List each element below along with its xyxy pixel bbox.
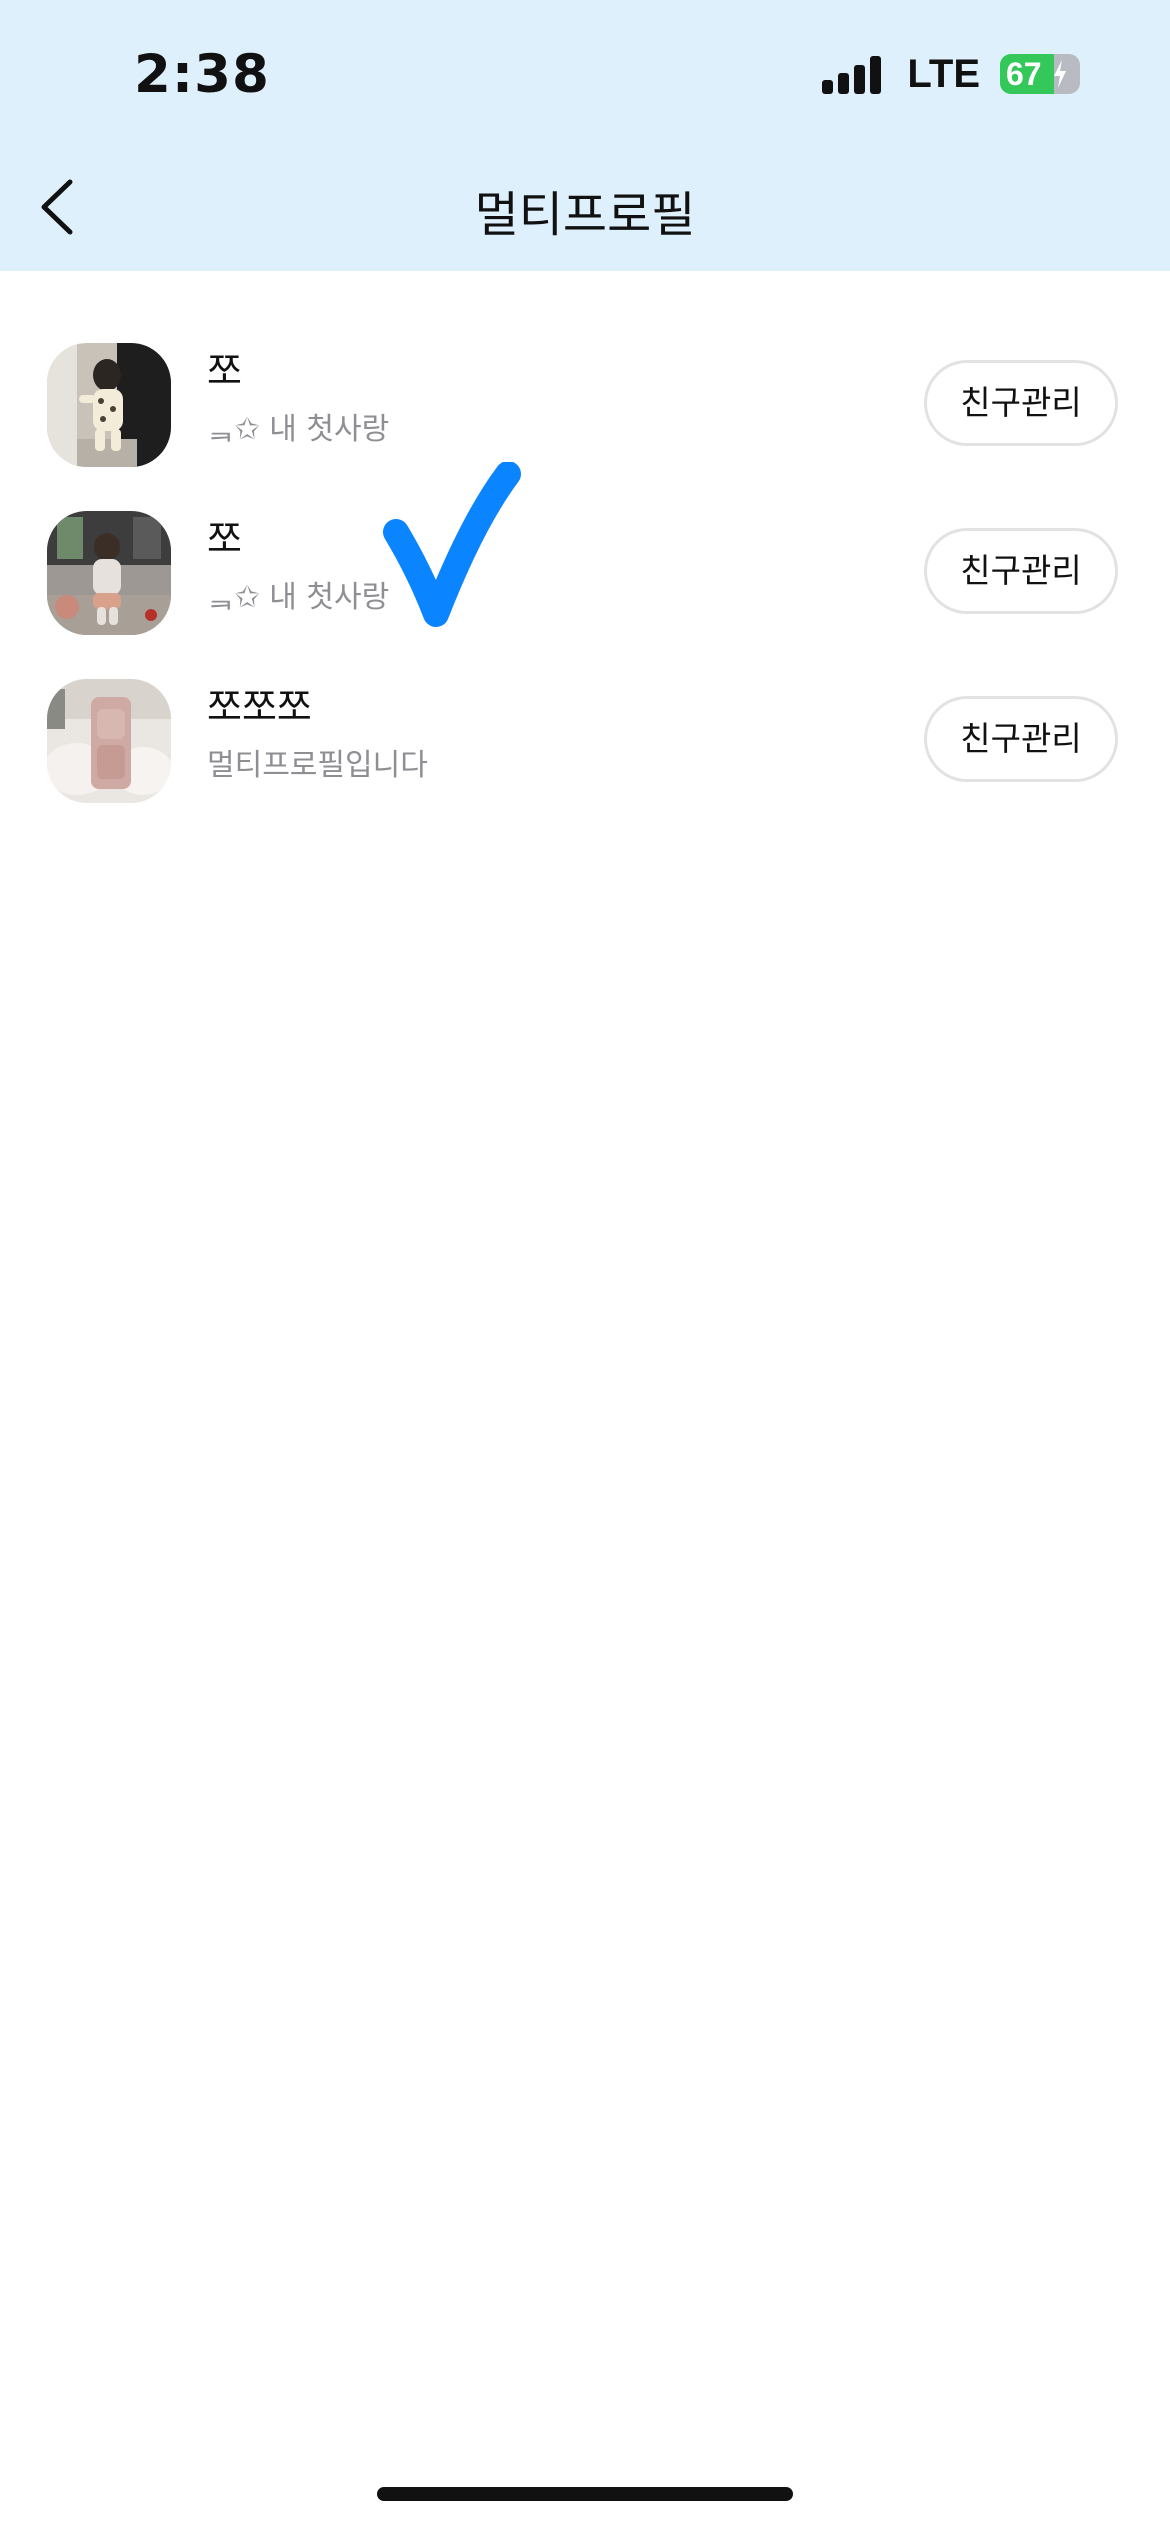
battery-percent: 67	[1006, 56, 1042, 92]
avatar-photo	[47, 343, 171, 467]
battery-tip	[1075, 66, 1080, 82]
manage-friends-button[interactable]: 친구관리	[924, 696, 1118, 782]
network-type: LTE	[907, 52, 980, 96]
manage-friends-button[interactable]: 친구관리	[924, 528, 1118, 614]
profile-row[interactable]: 쪼 ᆿ✩ 내 첫사랑 친구관리	[0, 320, 1170, 488]
profile-name: 쪼	[207, 517, 242, 561]
profile-avatar[interactable]	[47, 343, 171, 467]
checkmark-annotation-icon	[383, 462, 521, 627]
profile-avatar[interactable]	[47, 679, 171, 803]
profile-name: 쪼쪼쪼	[207, 685, 312, 729]
profile-status-message: ᆿ✩ 내 첫사랑	[207, 580, 390, 615]
profile-status-message: ᆿ✩ 내 첫사랑	[207, 412, 390, 447]
battery-icon: 67	[1000, 54, 1080, 94]
avatar-photo	[47, 511, 171, 635]
cellular-signal-icon	[822, 56, 882, 94]
manage-friends-button[interactable]: 친구관리	[924, 360, 1118, 446]
avatar-photo	[47, 679, 171, 803]
charging-bolt-icon	[1054, 60, 1066, 88]
page-title: 멀티프로필	[474, 187, 696, 243]
profile-row[interactable]: 쪼 ᆿ✩ 내 첫사랑 친구관리	[0, 488, 1170, 656]
profile-name: 쪼	[207, 349, 242, 393]
status-time: 2:38	[134, 44, 270, 105]
profile-status-message: 멀티프로필입니다	[207, 748, 428, 783]
top-bar: 2:38 LTE 67 멀티프로필	[0, 0, 1170, 271]
home-indicator[interactable]	[377, 2487, 793, 2501]
profile-avatar[interactable]	[47, 511, 171, 635]
profile-row[interactable]: 쪼쪼쪼 멀티프로필입니다 친구관리	[0, 656, 1170, 824]
